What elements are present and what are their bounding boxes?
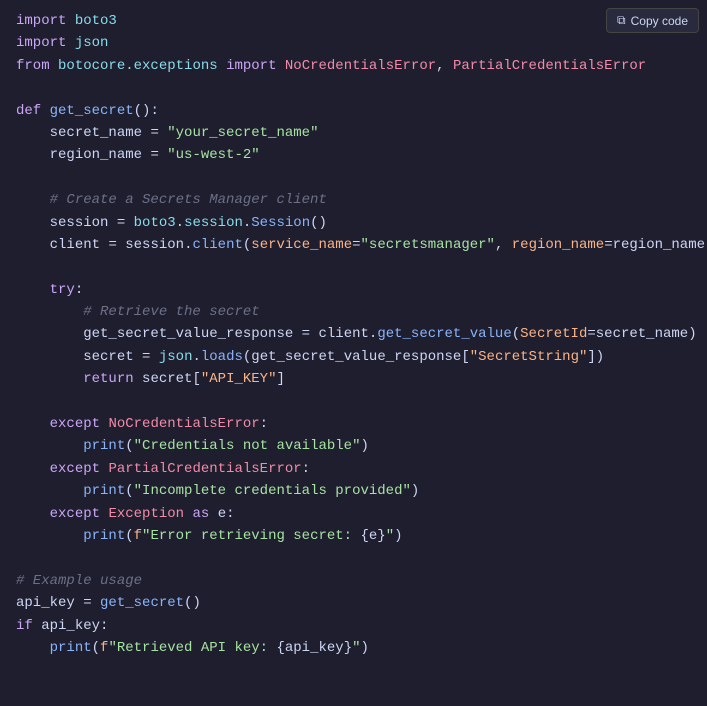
code-line-13: try: bbox=[0, 279, 707, 301]
code-line-27: api_key = get_secret() bbox=[0, 592, 707, 614]
code-line-26: # Example usage bbox=[0, 570, 707, 592]
copy-icon: ⧉ bbox=[617, 13, 626, 28]
code-line-15: get_secret_value_response = client.get_s… bbox=[0, 323, 707, 345]
copy-code-button[interactable]: ⧉ Copy code bbox=[606, 8, 699, 33]
code-line-23: except Exception as e: bbox=[0, 503, 707, 525]
code-line-18 bbox=[0, 391, 707, 413]
copy-button-label: Copy code bbox=[631, 14, 688, 28]
code-line-28: if api_key: bbox=[0, 615, 707, 637]
code-line-10: session = boto3.session.Session() bbox=[0, 212, 707, 234]
code-line-6: secret_name = "your_secret_name" bbox=[0, 122, 707, 144]
code-line-25 bbox=[0, 547, 707, 569]
code-line-20: print("Credentials not available") bbox=[0, 435, 707, 457]
code-line-11: client = session.client(service_name="se… bbox=[0, 234, 707, 256]
code-line-17: return secret["API_KEY"] bbox=[0, 368, 707, 390]
code-line-7: region_name = "us-west-2" bbox=[0, 144, 707, 166]
code-line-24: print(f"Error retrieving secret: {e}") bbox=[0, 525, 707, 547]
code-line-3: from botocore.exceptions import NoCreden… bbox=[0, 55, 707, 77]
code-line-1: import boto3 bbox=[0, 10, 707, 32]
code-line-9: # Create a Secrets Manager client bbox=[0, 189, 707, 211]
code-line-22: print("Incomplete credentials provided") bbox=[0, 480, 707, 502]
code-line-12 bbox=[0, 256, 707, 278]
code-line-4 bbox=[0, 77, 707, 99]
code-line-14: # Retrieve the secret bbox=[0, 301, 707, 323]
code-line-19: except NoCredentialsError: bbox=[0, 413, 707, 435]
code-line-29: print(f"Retrieved API key: {api_key}") bbox=[0, 637, 707, 659]
code-line-5: def get_secret(): bbox=[0, 100, 707, 122]
code-line-8 bbox=[0, 167, 707, 189]
code-line-21: except PartialCredentialsError: bbox=[0, 458, 707, 480]
code-line-2: import json bbox=[0, 32, 707, 54]
code-block: ⧉ Copy code import boto3 import json fro… bbox=[0, 0, 707, 669]
code-line-16: secret = json.loads(get_secret_value_res… bbox=[0, 346, 707, 368]
